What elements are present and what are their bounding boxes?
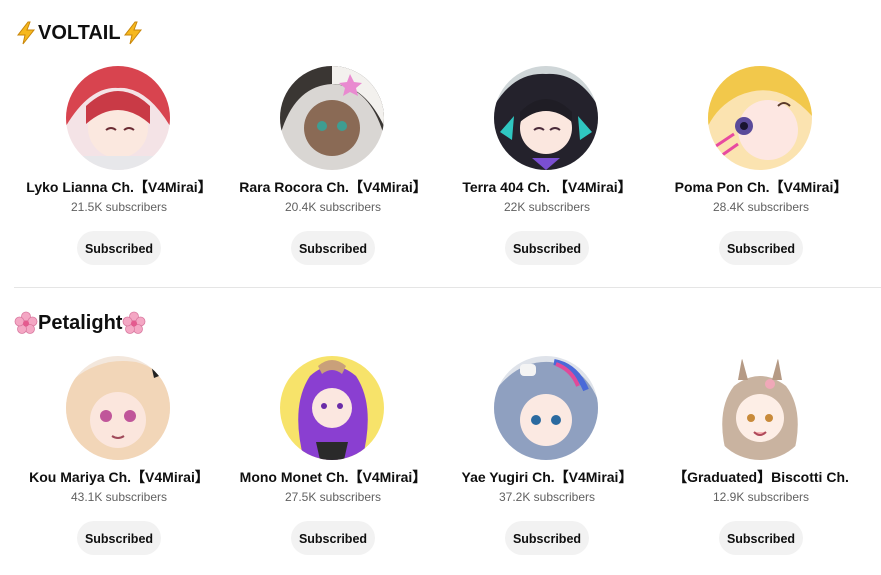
channel-avatar[interactable] bbox=[280, 356, 384, 460]
channel-name[interactable]: Mono Monet Ch.【V4Mirai】 bbox=[226, 467, 440, 487]
subscribed-button[interactable]: Subscribed bbox=[719, 231, 803, 265]
channel-avatar[interactable] bbox=[494, 66, 598, 170]
subscribed-button[interactable]: Subscribed bbox=[505, 521, 589, 555]
channel-avatar[interactable] bbox=[66, 356, 170, 460]
section-title: VOLTAIL bbox=[14, 18, 145, 48]
section-title: Petalight bbox=[14, 308, 146, 338]
channel-avatar[interactable] bbox=[494, 356, 598, 460]
channel-name[interactable]: Rara Rocora Ch.【V4Mirai】 bbox=[226, 177, 440, 197]
section-title-text: VOLTAIL bbox=[38, 21, 121, 44]
zap-icon bbox=[123, 21, 142, 45]
zap-icon bbox=[16, 21, 36, 45]
channel-name[interactable]: Yae Yugiri Ch.【V4Mirai】 bbox=[440, 467, 654, 487]
channel-avatar[interactable] bbox=[708, 66, 812, 170]
channel-name[interactable]: Lyko Lianna Ch.【V4Mirai】 bbox=[12, 177, 226, 197]
subscriber-count: 12.9K subscribers bbox=[712, 490, 810, 504]
channel-name[interactable]: Poma Pon Ch.【V4Mirai】 bbox=[654, 177, 868, 197]
channel-avatar[interactable] bbox=[708, 356, 812, 460]
section-divider bbox=[14, 287, 881, 288]
subscriber-count: 22K subscribers bbox=[503, 200, 591, 214]
subscriber-count: 27.5K subscribers bbox=[284, 490, 382, 504]
subscriber-count: 28.4K subscribers bbox=[712, 200, 810, 214]
subscriber-count: 43.1K subscribers bbox=[70, 490, 168, 504]
subscribed-button[interactable]: Subscribed bbox=[719, 521, 803, 555]
subscriber-count: 20.4K subscribers bbox=[284, 200, 382, 214]
subscriber-count: 21.5K subscribers bbox=[70, 200, 168, 214]
channel-name[interactable]: Kou Mariya Ch.【V4Mirai】 bbox=[12, 467, 226, 487]
subscribed-button[interactable]: Subscribed bbox=[77, 521, 161, 555]
cherry-blossom-icon bbox=[123, 311, 146, 334]
channel-name[interactable]: Terra 404 Ch. 【V4Mirai】 bbox=[440, 177, 654, 197]
subscribed-button[interactable]: Subscribed bbox=[291, 521, 375, 555]
channel-avatar[interactable] bbox=[280, 66, 384, 170]
cherry-blossom-icon bbox=[14, 311, 38, 334]
section-title-text: Petalight bbox=[38, 311, 123, 334]
subscribed-button[interactable]: Subscribed bbox=[77, 231, 161, 265]
subscribed-button[interactable]: Subscribed bbox=[505, 231, 589, 265]
channel-avatar[interactable] bbox=[66, 66, 170, 170]
subscribed-button[interactable]: Subscribed bbox=[291, 231, 375, 265]
channel-name[interactable]: 【Graduated】Biscotti Ch. bbox=[654, 467, 868, 487]
subscriber-count: 37.2K subscribers bbox=[498, 490, 596, 504]
